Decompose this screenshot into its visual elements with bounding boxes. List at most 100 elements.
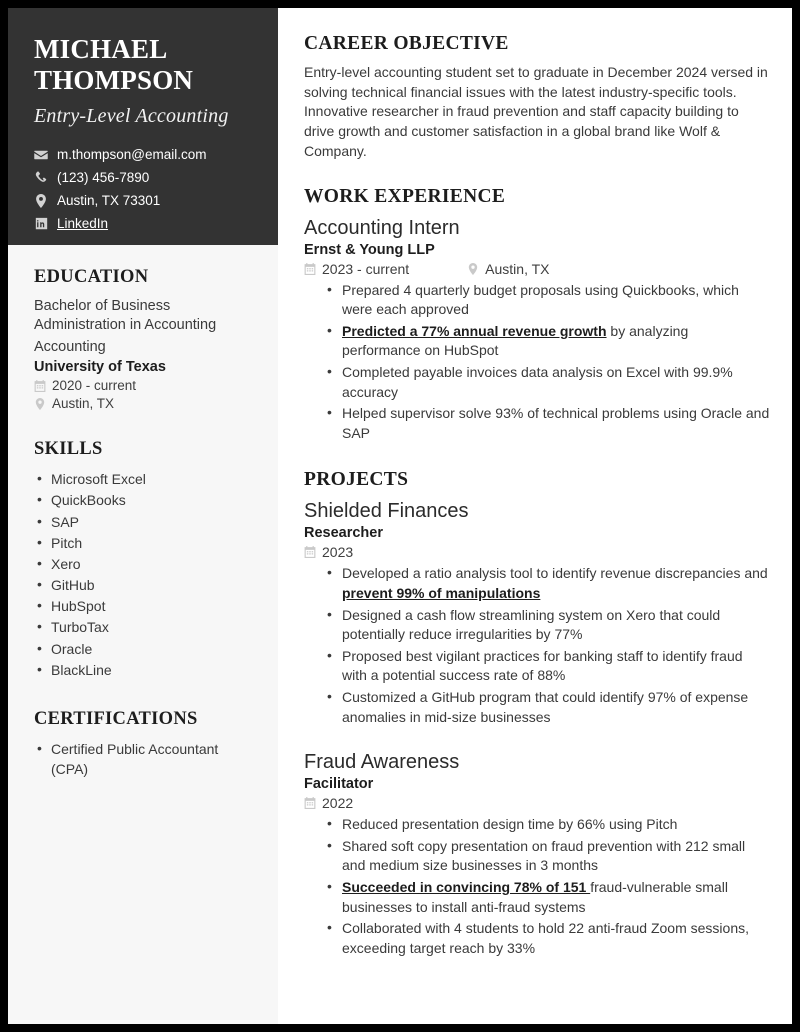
project-entry-meta: 2022 bbox=[304, 795, 770, 811]
contact-phone: (123) 456-7890 bbox=[34, 171, 254, 185]
project-entry-dates-group: 2023 bbox=[304, 544, 353, 560]
section-work-experience: WORK EXPERIENCE Accounting Intern Ernst … bbox=[304, 186, 770, 444]
education-field: Accounting bbox=[34, 338, 106, 355]
phone-icon bbox=[34, 171, 48, 185]
work-entry-dates: 2023 - current bbox=[322, 260, 410, 277]
bullet-item: Succeeded in convincing 78% of 151 fraud… bbox=[325, 877, 770, 917]
education-location: Austin, TX bbox=[52, 396, 115, 412]
list-item: Microsoft Excel bbox=[34, 468, 254, 489]
skills-heading: SKILLS bbox=[34, 439, 103, 460]
skills-list: Microsoft Excel QuickBooks SAP Pitch Xer… bbox=[34, 468, 254, 680]
project-entry-dates: 2023 bbox=[322, 544, 354, 561]
work-entry-bullets: Prepared 4 quarterly budget proposals us… bbox=[304, 280, 770, 444]
contact-email: m.thompson@email.com bbox=[34, 148, 254, 162]
list-item: TurboTax bbox=[34, 616, 254, 637]
sidebar: MICHAEL THOMPSON Entry-Level Accounting … bbox=[8, 8, 278, 1024]
education-dates: 2020 - current bbox=[52, 378, 137, 394]
sidebar-body: EDUCATION Bachelor of Business Administr… bbox=[8, 245, 278, 780]
work-entry-location-group: Austin, TX bbox=[467, 260, 550, 277]
location-pin-icon bbox=[34, 397, 46, 410]
contact-linkedin[interactable]: LinkedIn bbox=[34, 217, 254, 231]
bullet-highlight: prevent 99% of manipulations bbox=[342, 585, 541, 602]
work-entry-organization: Ernst & Young LLP bbox=[304, 241, 435, 258]
first-name: MICHAEL bbox=[34, 34, 168, 64]
section-career-objective: CAREER OBJECTIVE Entry-level accounting … bbox=[304, 33, 770, 162]
main-column: CAREER OBJECTIVE Entry-level accounting … bbox=[278, 8, 792, 1024]
linkedin-icon bbox=[34, 217, 48, 231]
bullet-item: Predicted a 77% annual revenue growth by… bbox=[325, 321, 770, 361]
bullet-item: Collaborated with 4 students to hold 22 … bbox=[325, 918, 770, 958]
career-objective-heading: CAREER OBJECTIVE bbox=[304, 33, 509, 54]
list-item: Oracle bbox=[34, 638, 254, 659]
location-pin-icon bbox=[34, 193, 48, 208]
contact-list: m.thompson@email.com (123) 456-7890 Aust… bbox=[34, 148, 254, 231]
section-skills: SKILLS Microsoft Excel QuickBooks SAP Pi… bbox=[34, 439, 254, 680]
project-entry: Fraud Awareness Facilitator 2022 Reduced… bbox=[304, 750, 770, 958]
project-entry-bullets: Reduced presentation design time by 66% … bbox=[304, 814, 770, 958]
section-certifications: CERTIFICATIONS Certified Public Accounta… bbox=[34, 709, 254, 779]
candidate-name: MICHAEL THOMPSON bbox=[34, 34, 254, 97]
projects-heading: PROJECTS bbox=[304, 469, 409, 491]
list-item: HubSpot bbox=[34, 595, 254, 616]
bullet-highlight: Succeeded in convincing 78% of 151 bbox=[342, 878, 591, 895]
project-entry-role: Facilitator bbox=[304, 776, 374, 793]
work-entry-dates-group: 2023 - current bbox=[304, 261, 409, 277]
education-degree: Bachelor of Business Administration in A… bbox=[34, 298, 217, 334]
list-item: BlackLine bbox=[34, 659, 254, 680]
list-item: Xero bbox=[34, 553, 254, 574]
bullet-item: Shared soft copy presentation on fraud p… bbox=[325, 836, 770, 876]
section-education: EDUCATION Bachelor of Business Administr… bbox=[34, 267, 254, 411]
bullet-highlight: Predicted a 77% annual revenue growth bbox=[342, 322, 607, 339]
contact-location: Austin, TX 73301 bbox=[34, 192, 254, 208]
list-item: GitHub bbox=[34, 574, 254, 595]
work-entry-meta: 2023 - current Austin, TX bbox=[304, 261, 770, 277]
calendar-icon bbox=[304, 546, 316, 559]
project-entry-dates: 2022 bbox=[322, 795, 354, 812]
calendar-icon bbox=[304, 262, 316, 275]
bullet-item: Designed a cash flow streamlining system… bbox=[325, 605, 770, 645]
list-item: Pitch bbox=[34, 532, 254, 553]
bullet-item: Completed payable invoices data analysis… bbox=[325, 362, 770, 402]
work-entry: Accounting Intern Ernst & Young LLP 2023… bbox=[304, 216, 770, 444]
education-dates-row: 2020 - current bbox=[34, 378, 254, 393]
education-location-row: Austin, TX bbox=[34, 396, 254, 411]
career-objective-text: Entry-level accounting student set to gr… bbox=[304, 64, 768, 159]
contact-location-text: Austin, TX 73301 bbox=[57, 192, 161, 208]
bullet-item: Proposed best vigilant practices for ban… bbox=[325, 646, 770, 686]
section-projects: PROJECTS Shielded Finances Researcher 20… bbox=[304, 469, 770, 958]
certifications-heading: CERTIFICATIONS bbox=[34, 708, 198, 729]
candidate-job-title: Entry-Level Accounting bbox=[34, 104, 229, 127]
contact-email-text: m.thompson@email.com bbox=[57, 146, 207, 162]
location-pin-icon bbox=[467, 262, 479, 275]
project-entry-title: Shielded Finances bbox=[304, 500, 469, 523]
list-item: QuickBooks bbox=[34, 489, 254, 510]
work-entry-location: Austin, TX bbox=[485, 260, 550, 277]
bullet-item: Reduced presentation design time by 66% … bbox=[325, 814, 770, 835]
education-school: University of Texas bbox=[34, 359, 166, 376]
last-name: THOMPSON bbox=[34, 65, 194, 96]
bullet-item: Developed a ratio analysis tool to ident… bbox=[325, 563, 770, 603]
education-heading: EDUCATION bbox=[34, 267, 149, 287]
work-experience-heading: WORK EXPERIENCE bbox=[304, 185, 506, 207]
bullet-item: Prepared 4 quarterly budget proposals us… bbox=[325, 280, 770, 320]
project-entry-meta: 2023 bbox=[304, 544, 770, 560]
contact-phone-text: (123) 456-7890 bbox=[57, 169, 150, 185]
envelope-icon bbox=[34, 148, 48, 162]
resume-page: MICHAEL THOMPSON Entry-Level Accounting … bbox=[8, 8, 792, 1024]
project-entry-bullets: Developed a ratio analysis tool to ident… bbox=[304, 563, 770, 727]
project-entry: Shielded Finances Researcher 2023 Develo… bbox=[304, 499, 770, 727]
work-entry-title: Accounting Intern bbox=[304, 216, 460, 239]
calendar-icon bbox=[304, 797, 316, 810]
sidebar-header: MICHAEL THOMPSON Entry-Level Accounting … bbox=[8, 8, 278, 245]
bullet-item: Customized a GitHub program that could i… bbox=[325, 687, 770, 727]
calendar-icon bbox=[34, 379, 46, 392]
list-item: Certified Public Accountant (CPA) bbox=[34, 738, 254, 779]
project-entry-role: Researcher bbox=[304, 525, 383, 542]
project-entry-dates-group: 2022 bbox=[304, 795, 353, 811]
contact-linkedin-text[interactable]: LinkedIn bbox=[57, 217, 108, 231]
bullet-item: Helped supervisor solve 93% of technical… bbox=[325, 403, 770, 443]
